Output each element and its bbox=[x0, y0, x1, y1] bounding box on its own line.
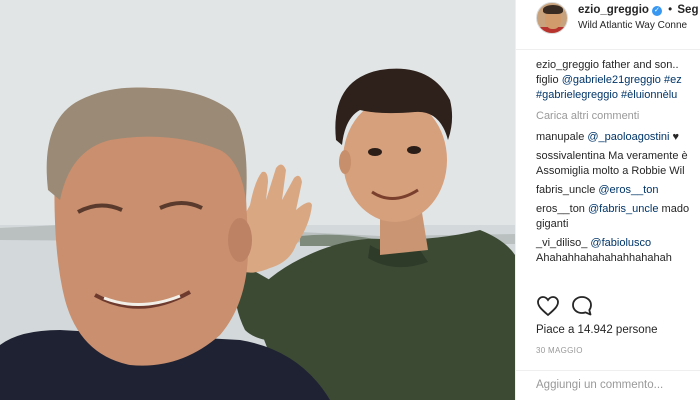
comment-item: _vi_diliso_ @fabiolusco Ahahahhahahahahha… bbox=[536, 236, 700, 266]
selfie-image bbox=[0, 0, 515, 400]
comment-item: manupale @_paoloagostini ♥ bbox=[536, 130, 700, 145]
caption-text: father and son.. bbox=[602, 59, 679, 71]
caption-hashtag[interactable]: #ez bbox=[661, 74, 682, 86]
comment-item: sossivalentina Ma veramente è Assomiglia … bbox=[536, 149, 700, 179]
comment-username[interactable]: fabris_uncle bbox=[536, 184, 595, 196]
comment-text: mado bbox=[658, 203, 690, 215]
caption-username[interactable]: ezio_greggio bbox=[536, 59, 599, 71]
comment-text-continued: giganti bbox=[536, 218, 569, 230]
comment-line: manupale @_paoloagostini ♥ bbox=[536, 130, 700, 145]
comment-bubble-icon[interactable] bbox=[570, 294, 594, 318]
comment-list: manupale @_paoloagostini ♥ sossivalentina… bbox=[536, 130, 700, 266]
add-comment-input[interactable] bbox=[536, 379, 686, 391]
comment-text: Ma veramente è bbox=[605, 150, 688, 162]
load-more-comments-button[interactable]: Carica altri commenti bbox=[536, 109, 700, 124]
caption-text-2: figlio bbox=[536, 74, 562, 86]
caption-line-3: #gabrielegreggio #èluionnèlu bbox=[536, 88, 700, 103]
comment-mention[interactable]: @fabris_uncle bbox=[585, 203, 659, 215]
heart-icon[interactable] bbox=[536, 294, 560, 318]
add-comment-bar bbox=[516, 370, 700, 400]
comments-section: ezio_greggio father and son.. figlio @ga… bbox=[536, 58, 700, 266]
comment-text-continued: Assomiglia molto a Robbie Wil bbox=[536, 165, 685, 177]
post-photo[interactable] bbox=[0, 0, 515, 400]
comment-mention[interactable]: @_paoloagostini bbox=[584, 131, 669, 143]
avatar-hair bbox=[543, 5, 563, 14]
comment-line: eros__ton @fabris_uncle mado bbox=[536, 202, 700, 217]
comment-mention[interactable]: @eros__ton bbox=[595, 184, 658, 196]
caption-hashtag-3[interactable]: #èluionnèlu bbox=[618, 89, 677, 101]
comment-text: ♥ bbox=[669, 131, 680, 143]
post-header: ezio_greggio ✓ • Seg Wild Atlantic Way Co… bbox=[516, 0, 700, 50]
comment-item: eros__ton @fabris_uncle mado giganti bbox=[536, 202, 700, 232]
post-sidebar: ezio_greggio ✓ • Seg Wild Atlantic Way Co… bbox=[515, 0, 700, 400]
comment-line: sossivalentina Ma veramente è bbox=[536, 149, 700, 164]
comment-text-continued: Ahahahhahahahahhahahah bbox=[536, 252, 672, 264]
post-date: 30 MAGGIO bbox=[536, 346, 583, 355]
author-line: ezio_greggio ✓ • Seg bbox=[578, 4, 698, 16]
action-bar bbox=[536, 294, 696, 318]
comment-username[interactable]: _vi_diliso_ bbox=[536, 237, 587, 249]
verified-badge-icon: ✓ bbox=[651, 6, 662, 16]
comment-username[interactable]: sossivalentina bbox=[536, 150, 605, 162]
follow-separator: • bbox=[668, 4, 673, 16]
comment-line: fabris_uncle @eros__ton bbox=[536, 183, 700, 198]
comment-item: fabris_uncle @eros__ton bbox=[536, 183, 700, 198]
caption: ezio_greggio father and son.. bbox=[536, 58, 700, 73]
caption-line-2: figlio @gabriele21greggio #ez bbox=[536, 73, 700, 88]
avatar[interactable] bbox=[536, 2, 568, 34]
likes-count[interactable]: Piace a 14.942 persone bbox=[536, 324, 657, 336]
comment-username[interactable]: manupale bbox=[536, 131, 584, 143]
location-link[interactable]: Wild Atlantic Way Conne bbox=[578, 20, 687, 31]
comment-username[interactable]: eros__ton bbox=[536, 203, 585, 215]
caption-hashtag-2[interactable]: #gabrielegreggio bbox=[536, 89, 618, 101]
comment-mention[interactable]: @fabiolusco bbox=[587, 237, 651, 249]
author-username[interactable]: ezio_greggio bbox=[578, 4, 649, 16]
follow-button[interactable]: Seg bbox=[677, 4, 698, 16]
caption-mention[interactable]: @gabriele21greggio bbox=[562, 74, 661, 86]
comment-line: _vi_diliso_ @fabiolusco bbox=[536, 236, 700, 251]
